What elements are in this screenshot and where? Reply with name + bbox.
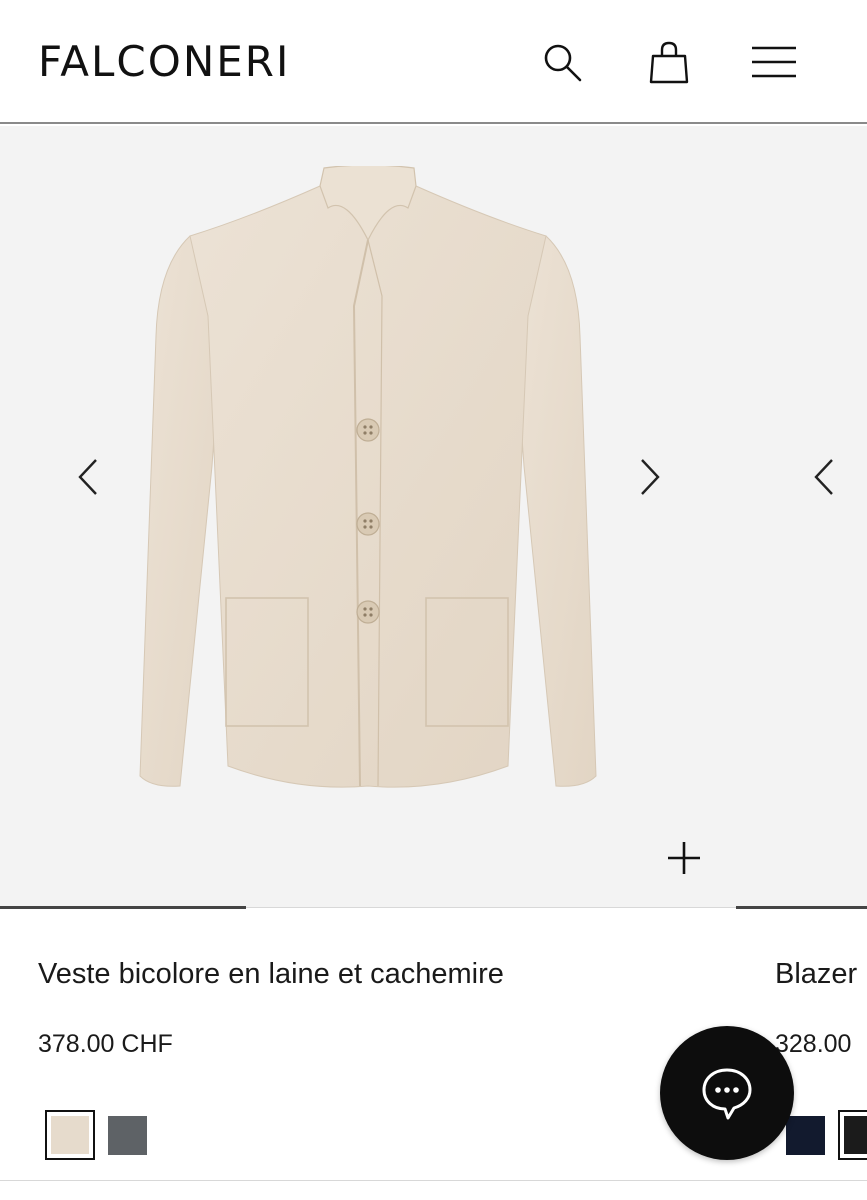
color-swatch-navy[interactable]	[786, 1116, 825, 1155]
chevron-right-icon[interactable]	[630, 452, 670, 502]
color-swatch-black[interactable]	[838, 1110, 867, 1160]
jacket-image	[139, 166, 597, 788]
chat-bubble-icon	[702, 1068, 752, 1120]
chat-button[interactable]	[660, 1026, 794, 1160]
shopping-bag-icon[interactable]	[643, 36, 695, 88]
color-swatch-beige[interactable]	[45, 1110, 95, 1160]
plus-icon[interactable]	[660, 834, 708, 882]
chevron-left-icon[interactable]	[804, 452, 844, 502]
brand-logo[interactable]: FALCONERI	[38, 38, 290, 86]
product-price: 378.00 CHF	[38, 1030, 173, 1058]
search-icon[interactable]	[536, 36, 588, 88]
product-name[interactable]: Blazer	[775, 956, 857, 992]
product-name[interactable]: Veste bicolore en laine et cachemire	[38, 956, 504, 992]
site-header: FALCONERI	[0, 0, 867, 124]
chevron-left-icon[interactable]	[68, 452, 108, 502]
next-product-image-slide[interactable]	[740, 126, 867, 908]
carousel-progress-indicator	[0, 906, 246, 909]
product-carousel[interactable]	[0, 126, 867, 908]
carousel-progress-indicator	[736, 906, 867, 909]
hamburger-menu-icon[interactable]	[748, 36, 800, 88]
product-image-slide[interactable]	[0, 126, 740, 908]
product-price: 328.00	[775, 1030, 852, 1058]
divider	[0, 1180, 867, 1181]
color-swatch-grey[interactable]	[108, 1116, 147, 1155]
